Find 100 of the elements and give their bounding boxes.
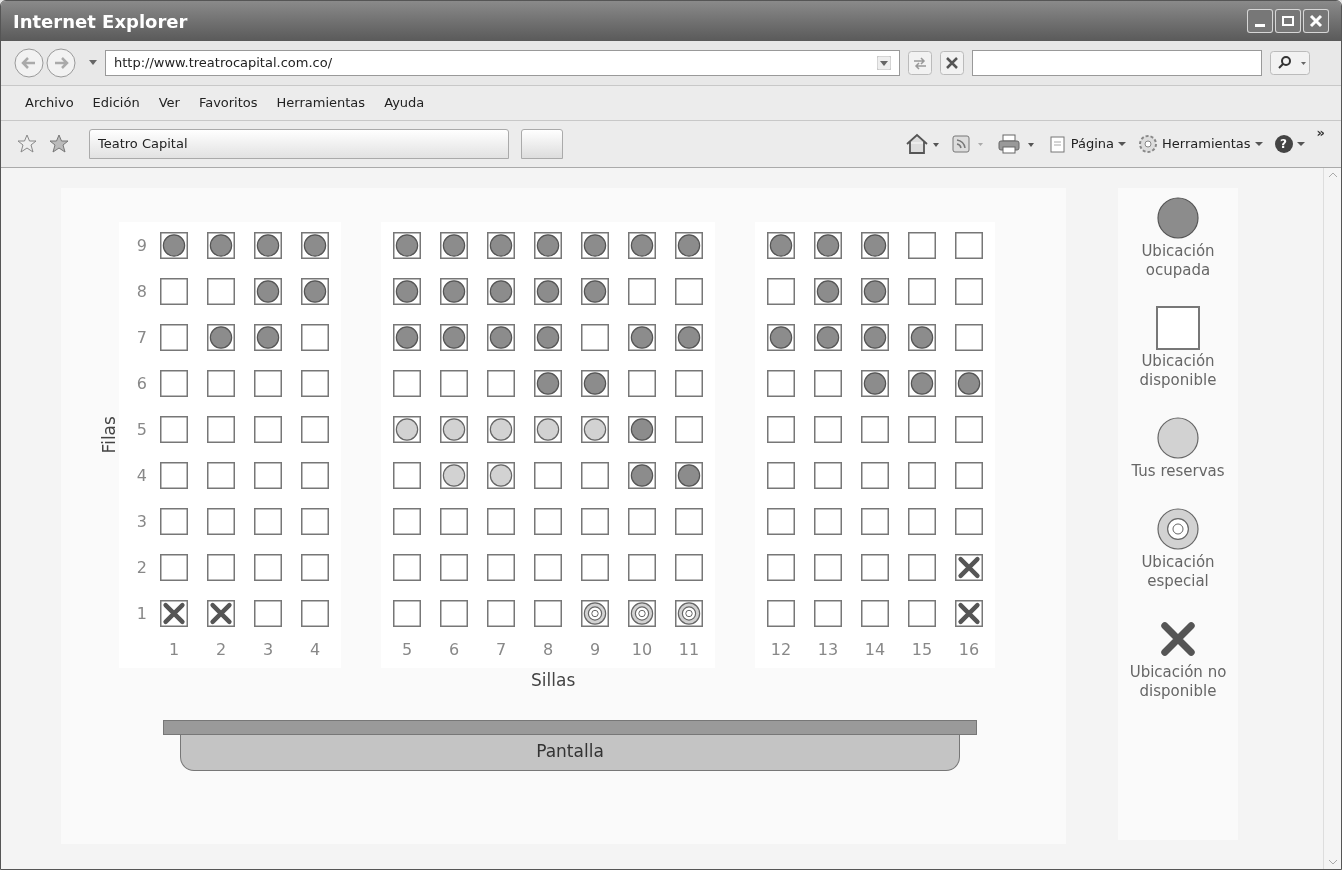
occupied-seat[interactable] [487,278,515,305]
occupied-seat[interactable] [207,324,235,351]
address-field[interactable]: http://www.treatrocapital.com.co/ [105,50,900,76]
available-seat[interactable] [487,370,515,397]
browser-tab[interactable]: Teatro Capital [89,129,509,159]
add-star-icon[interactable] [49,134,69,154]
available-seat[interactable] [534,554,562,581]
available-seat[interactable] [160,462,188,489]
occupied-seat[interactable] [767,232,795,259]
available-seat[interactable] [581,508,609,535]
available-seat[interactable] [675,554,703,581]
available-seat[interactable] [487,508,515,535]
dropdown-icon[interactable] [877,56,891,70]
new-tab-button[interactable] [521,129,563,159]
occupied-seat[interactable] [393,278,421,305]
available-seat[interactable] [301,600,329,627]
available-seat[interactable] [767,508,795,535]
refresh-icon[interactable] [908,51,932,75]
available-seat[interactable] [955,462,983,489]
occupied-seat[interactable] [675,232,703,259]
close-button[interactable] [1303,9,1329,33]
available-seat[interactable] [908,462,936,489]
available-seat[interactable] [534,600,562,627]
occupied-seat[interactable] [628,416,656,443]
available-seat[interactable] [254,508,282,535]
available-seat[interactable] [160,278,188,305]
available-seat[interactable] [254,416,282,443]
occupied-seat[interactable] [767,324,795,351]
occupied-seat[interactable] [814,232,842,259]
occupied-seat[interactable] [581,232,609,259]
available-seat[interactable] [534,508,562,535]
available-seat[interactable] [393,554,421,581]
occupied-seat[interactable] [628,462,656,489]
feed-icon[interactable] [950,133,985,155]
available-seat[interactable] [908,416,936,443]
available-seat[interactable] [955,508,983,535]
available-seat[interactable] [908,232,936,259]
available-seat[interactable] [814,554,842,581]
occupied-seat[interactable] [861,370,889,397]
occupied-seat[interactable] [440,278,468,305]
menu-item[interactable]: Favoritos [198,93,258,113]
occupied-seat[interactable] [628,232,656,259]
star-icon[interactable] [17,134,37,154]
available-seat[interactable] [767,600,795,627]
available-seat[interactable] [628,370,656,397]
available-seat[interactable] [814,508,842,535]
available-seat[interactable] [955,278,983,305]
available-seat[interactable] [301,370,329,397]
reserved-seat[interactable] [440,462,468,489]
occupied-seat[interactable] [254,278,282,305]
occupied-seat[interactable] [908,370,936,397]
available-seat[interactable] [581,324,609,351]
available-seat[interactable] [861,462,889,489]
available-seat[interactable] [393,462,421,489]
available-seat[interactable] [814,462,842,489]
occupied-seat[interactable] [955,370,983,397]
print-icon[interactable] [996,133,1037,155]
occupied-seat[interactable] [581,278,609,305]
available-seat[interactable] [207,416,235,443]
available-seat[interactable] [908,278,936,305]
available-seat[interactable] [534,462,562,489]
menu-item[interactable]: Ayuda [384,93,425,113]
available-seat[interactable] [675,508,703,535]
available-seat[interactable] [767,278,795,305]
occupied-seat[interactable] [207,232,235,259]
available-seat[interactable] [207,278,235,305]
available-seat[interactable] [254,600,282,627]
available-seat[interactable] [301,462,329,489]
occupied-seat[interactable] [534,232,562,259]
available-seat[interactable] [955,232,983,259]
occupied-seat[interactable] [581,370,609,397]
available-seat[interactable] [207,554,235,581]
occupied-seat[interactable] [487,232,515,259]
available-seat[interactable] [955,324,983,351]
reserved-seat[interactable] [534,416,562,443]
available-seat[interactable] [908,508,936,535]
occupied-seat[interactable] [534,278,562,305]
unavailable-seat[interactable] [160,600,188,627]
occupied-seat[interactable] [675,324,703,351]
available-seat[interactable] [393,370,421,397]
occupied-seat[interactable] [675,462,703,489]
available-seat[interactable] [861,554,889,581]
available-seat[interactable] [440,508,468,535]
unavailable-seat[interactable] [207,600,235,627]
available-seat[interactable] [861,416,889,443]
occupied-seat[interactable] [861,324,889,351]
occupied-seat[interactable] [861,232,889,259]
available-seat[interactable] [908,600,936,627]
reserved-seat[interactable] [487,416,515,443]
overflow-chevron[interactable]: » [1316,123,1325,143]
tools-menu-button[interactable]: Herramientas [1138,134,1263,154]
minimize-button[interactable] [1247,9,1273,33]
occupied-seat[interactable] [814,324,842,351]
stop-icon[interactable] [940,51,964,75]
available-seat[interactable] [767,370,795,397]
available-seat[interactable] [254,462,282,489]
available-seat[interactable] [440,600,468,627]
page-menu-button[interactable]: Página [1048,134,1127,154]
menu-item[interactable]: Herramientas [276,93,366,113]
available-seat[interactable] [814,416,842,443]
